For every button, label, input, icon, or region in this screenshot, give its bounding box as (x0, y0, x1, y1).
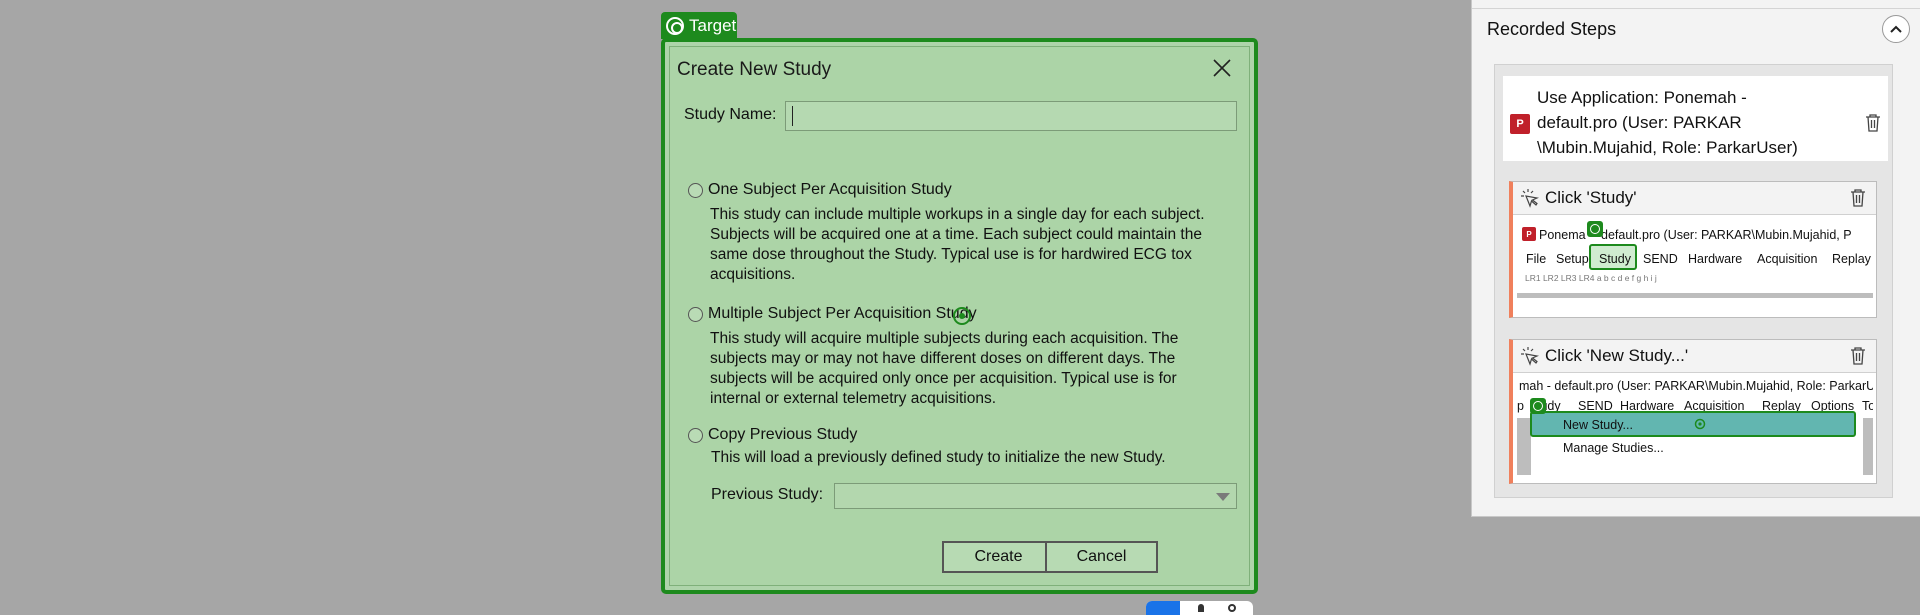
thumb-menu-study: Study (1599, 252, 1631, 266)
thumb-item-manage-studies: Manage Studies... (1563, 441, 1664, 455)
thumb-window-title: Ponema (1539, 228, 1586, 242)
thumb-window-title-rest: default.pro (User: PARKAR\Mubin.Mujahid,… (1601, 228, 1852, 242)
step-screenshot: mah - default.pro (User: PARKAR\Mubin.Mu… (1517, 378, 1873, 479)
trash-icon[interactable] (1850, 347, 1866, 365)
target-tag: Target (661, 12, 737, 39)
desc-line: subjects may or may not have different d… (710, 350, 1176, 367)
desc-line: This study will acquire multiple subject… (710, 330, 1179, 347)
target-label: Target (689, 15, 737, 35)
desc-line: acquisitions. (710, 266, 796, 283)
option-copy-previous-description: This will load a previously defined stud… (711, 448, 1166, 468)
step-screenshot: P Ponema default.pro (User: PARKAR\Mubin… (1517, 220, 1873, 313)
collapse-button[interactable] (1882, 15, 1910, 43)
close-icon[interactable] (1211, 57, 1233, 79)
thumb-menu-acquisition: Acquisition (1757, 252, 1818, 266)
desc-line: internal or external telemetry acquisiti… (710, 390, 997, 407)
steps-list: P Use Application: Ponemah - default.pro… (1494, 64, 1893, 498)
previous-study-label: Previous Study: (711, 486, 824, 503)
thumb-menu-prefix: p (1517, 399, 1524, 413)
option-copy-previous-title[interactable]: Copy Previous Study (708, 426, 857, 444)
panel-title: Recorded Steps (1487, 19, 1617, 39)
target-highlight-frame: Create New Study Study Name: One Subject… (661, 38, 1258, 594)
desc-line: same dose throughout the Study. Typical … (710, 246, 1192, 263)
dialog-title: Create New Study (677, 59, 832, 80)
step-header: Click 'New Study...' (1513, 340, 1876, 373)
thumb-menu-file: File (1526, 252, 1547, 266)
recorded-steps-panel: Recorded Steps P Use Application: Ponema… (1471, 0, 1920, 517)
radio-copy-previous[interactable] (688, 428, 703, 443)
thumb-menu-tools: To (1862, 399, 1873, 413)
thumb-toolbar: LR1 LR2 LR3 LR4 a b c d e f g h i j (1525, 273, 1657, 283)
thumb-menu-replay: Replay (1832, 252, 1871, 266)
target-icon (666, 16, 684, 35)
previous-study-select[interactable] (834, 483, 1237, 509)
divider (1472, 8, 1920, 9)
app-line: default.pro (User: PARKAR (1537, 113, 1742, 132)
option-multiple-subject-title[interactable]: Multiple Subject Per Acquisition Study (708, 305, 977, 323)
thumb-menu-send: SEND (1643, 252, 1678, 266)
thumb-menu-setup: Setup (1556, 252, 1589, 266)
chevron-up-icon (1890, 25, 1902, 33)
target-icon (1694, 418, 1706, 430)
step-click-study[interactable]: Click 'Study' P Ponema default.pro (User… (1509, 181, 1877, 318)
use-application-step[interactable]: P Use Application: Ponemah - default.pro… (1503, 76, 1888, 161)
app-line: Use Application: Ponemah - (1537, 88, 1747, 107)
pin-icon[interactable] (1198, 604, 1204, 612)
settings-icon[interactable] (1228, 604, 1236, 612)
step-click-new-study[interactable]: Click 'New Study...' mah - default.pro (… (1509, 339, 1877, 484)
trash-icon[interactable] (1865, 114, 1881, 132)
radio-one-subject[interactable] (688, 183, 703, 198)
create-new-study-dialog: Create New Study Study Name: One Subject… (669, 46, 1250, 586)
cancel-button[interactable]: Cancel (1045, 541, 1158, 573)
desc-line: This will load a previously defined stud… (711, 449, 1166, 466)
thumb-window-title: mah - default.pro (User: PARKAR\Mubin.Mu… (1519, 379, 1873, 393)
study-name-input[interactable] (785, 101, 1237, 131)
chevron-down-icon[interactable] (1216, 493, 1230, 501)
step-title: Click 'Study' (1545, 188, 1637, 207)
thumb-side-gray (1517, 418, 1531, 475)
trash-icon[interactable] (1850, 189, 1866, 207)
step-title: Click 'New Study...' (1545, 346, 1689, 365)
option-one-subject-title[interactable]: One Subject Per Acquisition Study (708, 181, 952, 199)
click-target-marker (953, 307, 971, 325)
thumb-side-gray (1863, 418, 1873, 475)
thumb-menu-hardware: Hardware (1688, 252, 1743, 266)
app-line: \Mubin.Mujahid, Role: ParkarUser) (1537, 138, 1798, 157)
target-icon (1587, 221, 1603, 237)
radio-multiple-subject[interactable] (688, 307, 703, 322)
click-step-icon (1521, 347, 1540, 366)
desc-line: Subjects will be acquired one at a time.… (710, 226, 1202, 243)
ponemah-logo: P (1522, 227, 1536, 241)
step-header: Click 'Study' (1513, 182, 1876, 215)
toolbar-active-button[interactable] (1146, 601, 1180, 615)
thumb-scrollbar (1517, 293, 1873, 298)
create-button[interactable]: Create (942, 541, 1055, 573)
desc-line: This study can include multiple workups … (710, 206, 1205, 223)
ponemah-logo: P (1510, 114, 1530, 134)
option-one-subject-description: This study can include multiple workups … (710, 205, 1205, 285)
desc-line: subjects will be acquired only once per … (710, 370, 1177, 387)
option-multiple-subject-description: This study will acquire multiple subject… (710, 329, 1178, 409)
floating-toolbar[interactable] (1146, 601, 1253, 615)
use-application-text: Use Application: Ponemah - default.pro (… (1537, 85, 1827, 160)
study-name-label: Study Name: (684, 106, 777, 123)
click-step-icon (1521, 189, 1540, 208)
text-caret (792, 106, 793, 126)
thumb-item-new-study: New Study... (1563, 418, 1633, 432)
target-icon (1530, 398, 1546, 414)
